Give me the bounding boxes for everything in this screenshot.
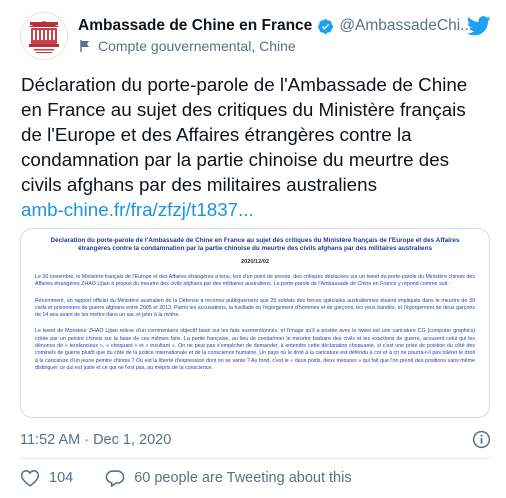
tweet-link[interactable]: amb-chine.fr/fra/zfzj/t1837... [21, 197, 491, 222]
like-count[interactable]: 104 [49, 470, 73, 486]
document-paragraph: Le 30 novembre, le Ministère français de… [35, 274, 475, 288]
tweet-text-line: en France au sujet des critiques du Mini… [21, 99, 466, 120]
tweet-text-line: condamnation par la partie chinoise du m… [21, 149, 450, 170]
handle[interactable]: @AmbassadeChi... [339, 17, 473, 35]
tweet-card: Ambassade de Chine en France @AmbassadeC… [0, 0, 506, 498]
flag-icon [80, 40, 89, 52]
verified-badge-icon [318, 18, 334, 34]
tweet-timestamp[interactable]: 11:52 AM · Dec 1, 2020 [20, 432, 171, 448]
tweet-text-line: Déclaration du porte-parole de l'Ambassa… [21, 74, 468, 95]
document-paragraph: Récemment, un rapport officiel du Minist… [35, 297, 475, 319]
people-tweeting-link[interactable]: 60 people are Tweeting about this [134, 470, 351, 486]
action-bar: 104 60 people are Tweeting about this [20, 469, 352, 487]
attached-document-image[interactable]: Déclaration du porte-parole de l'Ambassa… [20, 228, 490, 418]
embassy-building-logo [28, 21, 60, 54]
document-date: 2020/12/02 [241, 259, 269, 265]
tweet-body: Déclaration du porte-parole de l'Ambassa… [21, 72, 491, 222]
author-name-row[interactable]: Ambassade de Chine en France @AmbassadeC… [78, 17, 473, 35]
document-title: Déclaration du porte-parole de l'Ambassa… [50, 237, 460, 252]
info-icon[interactable] [472, 430, 491, 449]
divider [20, 458, 491, 459]
account-label-row: Compte gouvernemental, Chine [78, 38, 296, 54]
speech-bubble-icon[interactable] [105, 469, 125, 487]
document-paragraph: Le tweet de Monsieur ZHAO Lijian relève … [35, 328, 475, 371]
tweet-text-line: civils afghans par des militaires austra… [21, 174, 377, 195]
display-name[interactable]: Ambassade de Chine en France [78, 17, 312, 35]
avatar[interactable] [20, 12, 68, 60]
twitter-bird-icon[interactable] [467, 16, 491, 36]
tweet-text-line: de l'Europe et des Affaires étrangères c… [21, 124, 412, 145]
heart-icon[interactable] [20, 469, 40, 487]
account-label: Compte gouvernemental, Chine [98, 38, 296, 54]
